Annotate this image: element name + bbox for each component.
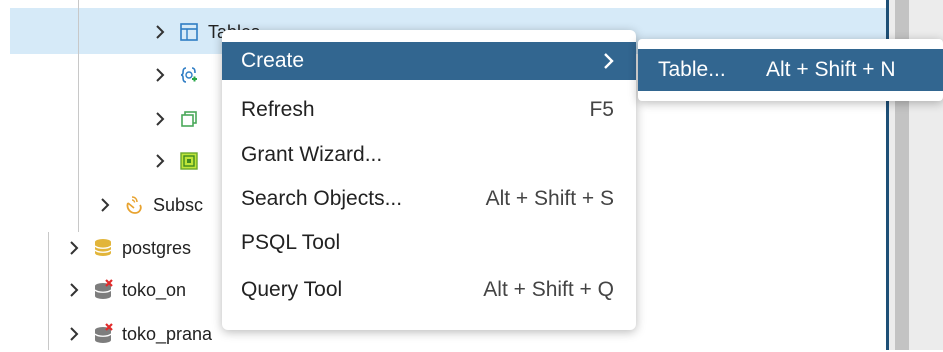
tree-item-toko-prana[interactable]: toko_prana (66, 316, 212, 352)
menu-item-label: Query Tool (241, 278, 343, 301)
tree-item-trigger-functions[interactable] (152, 57, 208, 93)
views-icon (178, 150, 200, 172)
menu-item-shortcut: F5 (589, 98, 614, 121)
database-icon (92, 237, 114, 259)
menu-item-shortcut: Alt + Shift + Q (483, 278, 614, 301)
menu-item-psql-tool[interactable]: PSQL Tool (222, 224, 636, 262)
subscriptions-icon (123, 194, 145, 216)
chevron-right-icon (602, 51, 616, 71)
create-submenu: Table... Alt + Shift + N (638, 39, 943, 101)
chevron-right-icon[interactable] (66, 324, 82, 344)
tree-item-label: toko_prana (122, 323, 213, 344)
chevron-right-icon[interactable] (66, 280, 82, 300)
chevron-right-icon[interactable] (152, 65, 168, 85)
menu-item-label: Search Objects... (241, 187, 403, 210)
database-disconnected-icon (92, 279, 114, 301)
database-disconnected-icon (92, 323, 114, 345)
trigger-functions-icon (178, 64, 200, 86)
menu-item-shortcut: Alt + Shift + S (485, 187, 614, 210)
menu-item-label: Refresh (241, 98, 315, 121)
menu-item-refresh[interactable]: Refresh F5 (222, 91, 636, 129)
chevron-right-icon[interactable] (66, 238, 82, 258)
menu-item-grant-wizard[interactable]: Grant Wizard... (222, 136, 636, 174)
chevron-right-icon[interactable] (152, 22, 168, 42)
menu-item-label: Grant Wizard... (241, 143, 383, 166)
context-menu: Create Refresh F5 Grant Wizard... Search… (222, 30, 636, 330)
tree-guide-line (48, 232, 49, 350)
submenu-item-label: Table... (658, 58, 726, 81)
tree-guide-line (78, 0, 79, 232)
menu-item-search-objects[interactable]: Search Objects... Alt + Shift + S (222, 180, 636, 218)
menu-item-create[interactable]: Create (222, 42, 636, 80)
submenu-item-shortcut: Alt + Shift + N (766, 58, 896, 81)
tree-item-types[interactable] (152, 101, 208, 137)
chevron-right-icon[interactable] (152, 109, 168, 129)
menu-item-label: PSQL Tool (241, 231, 341, 254)
tree-item-postgres[interactable]: postgres (66, 230, 191, 266)
tree-item-views[interactable] (152, 143, 208, 179)
menu-item-label: Create (241, 49, 305, 72)
tables-icon (178, 21, 200, 43)
tree-item-toko-on[interactable]: toko_on (66, 272, 186, 308)
tree-item-subscriptions[interactable]: Subsc (97, 187, 203, 223)
tree-item-label: postgres (122, 237, 192, 258)
tree-item-label: Subsc (153, 194, 204, 215)
chevron-right-icon[interactable] (97, 195, 113, 215)
menu-item-query-tool[interactable]: Query Tool Alt + Shift + Q (222, 271, 636, 309)
tree-item-label: toko_on (122, 279, 187, 300)
chevron-right-icon[interactable] (152, 151, 168, 171)
types-icon (178, 108, 200, 130)
submenu-item-table[interactable]: Table... Alt + Shift + N (638, 49, 943, 91)
